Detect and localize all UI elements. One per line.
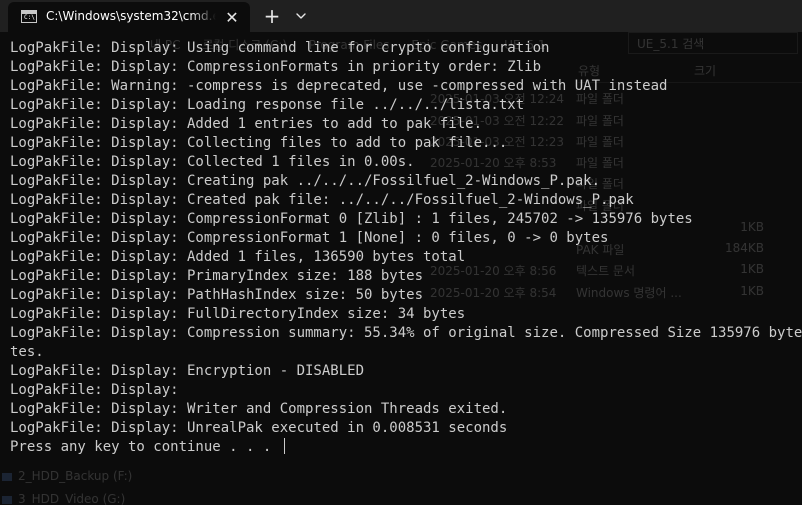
console-line: LogPakFile: Display: CompressionFormat 0… [10, 210, 802, 229]
console-line: LogPakFile: Display: Added 1 entries to … [10, 115, 802, 134]
console-prompt-line: Press any key to continue . . . [10, 438, 802, 457]
tab-title: C:\Windows\system32\cmd.exe [46, 9, 216, 23]
console-line: LogPakFile: Display: Writer and Compress… [10, 400, 802, 419]
console-line: LogPakFile: Warning: -compress is deprec… [10, 77, 802, 96]
console-line-text: LogPakFile: Display: PrimaryIndex size: … [10, 268, 424, 284]
console-line: LogPakFile: Display: Using command line … [10, 39, 802, 58]
console-line-text: LogPakFile: Display: Created pak file: .… [10, 192, 634, 208]
console-line-text: LogPakFile: Display: Collecting files to… [10, 135, 508, 151]
cmd-icon-glyph: C:\ [24, 14, 35, 21]
console-line-text: LogPakFile: Display: CompressionFormat 0… [10, 211, 693, 227]
console-line-text: LogPakFile: Display: Loading response fi… [10, 97, 525, 113]
tab-cmd[interactable]: C:\ C:\Windows\system32\cmd.exe ✕ [8, 2, 250, 32]
console-line-text: LogPakFile: Display: UnrealPak executed … [10, 420, 508, 436]
console-line-text: LogPakFile: Display: Added 1 files, 1365… [10, 249, 466, 265]
tab-bar: C:\ C:\Windows\system32\cmd.exe ✕ + [0, 0, 802, 32]
console-line: LogPakFile: Display: Collecting files to… [10, 134, 802, 153]
console-output[interactable]: LogPakFile: Display: Using command line … [10, 39, 802, 505]
console-line-text: LogPakFile: Display: Creating pak ../../… [10, 173, 601, 189]
terminal-window: 내 PC 로컬 디스크 (C:) Program Files Epic Game… [0, 0, 802, 505]
chevron-down-icon[interactable] [290, 6, 312, 26]
cmd-prompt-icon: C:\ [21, 10, 37, 23]
console-line-text: LogPakFile: Display: PathHashIndex size:… [10, 287, 424, 303]
console-line: LogPakFile: Display: Loading response fi… [10, 96, 802, 115]
close-icon[interactable]: ✕ [222, 8, 242, 28]
console-line-text: LogPakFile: Display: Using command line … [10, 40, 550, 56]
console-line: LogPakFile: Display: Encryption - DISABL… [10, 362, 802, 381]
console-line: LogPakFile: Display: Added 1 files, 1365… [10, 248, 802, 267]
console-line-text: LogPakFile: Display: Encryption - DISABL… [10, 363, 365, 379]
console-line: tes. [10, 343, 802, 362]
console-line: LogPakFile: Display: CompressionFormats … [10, 58, 802, 77]
console-line: LogPakFile: Display: Collected 1 files i… [10, 153, 802, 172]
console-line: LogPakFile: Display: FullDirectoryIndex … [10, 305, 802, 324]
console-line-text: LogPakFile: Display: Writer and Compress… [10, 401, 508, 417]
console-line: LogPakFile: Display: Compression summary… [10, 324, 802, 343]
console-line-text: LogPakFile: Display: Added 1 entries to … [10, 116, 483, 132]
console-line: LogPakFile: Display: Created pak file: .… [10, 191, 802, 210]
console-line-text: LogPakFile: Display: [10, 382, 179, 398]
console-line: LogPakFile: Display: PrimaryIndex size: … [10, 267, 802, 286]
new-tab-button[interactable]: + [258, 4, 286, 28]
console-line-text: Press any key to continue . . . [10, 439, 280, 455]
console-line: LogPakFile: Display: [10, 381, 802, 400]
text-cursor [283, 438, 285, 454]
console-line-text: LogPakFile: Display: FullDirectoryIndex … [10, 306, 466, 322]
console-line: LogPakFile: Display: UnrealPak executed … [10, 419, 802, 438]
console-line-text: LogPakFile: Warning: -compress is deprec… [10, 78, 668, 94]
console-line: LogPakFile: Display: Creating pak ../../… [10, 172, 802, 191]
console-line-text: LogPakFile: Display: Compression summary… [10, 325, 802, 341]
console-line-text: tes. [10, 344, 44, 360]
console-line: LogPakFile: Display: PathHashIndex size:… [10, 286, 802, 305]
console-line: LogPakFile: Display: CompressionFormat 1… [10, 229, 802, 248]
console-line-text: LogPakFile: Display: CompressionFormats … [10, 59, 542, 75]
console-line-text: LogPakFile: Display: Collected 1 files i… [10, 154, 415, 170]
console-line-text: LogPakFile: Display: CompressionFormat 1… [10, 230, 609, 246]
